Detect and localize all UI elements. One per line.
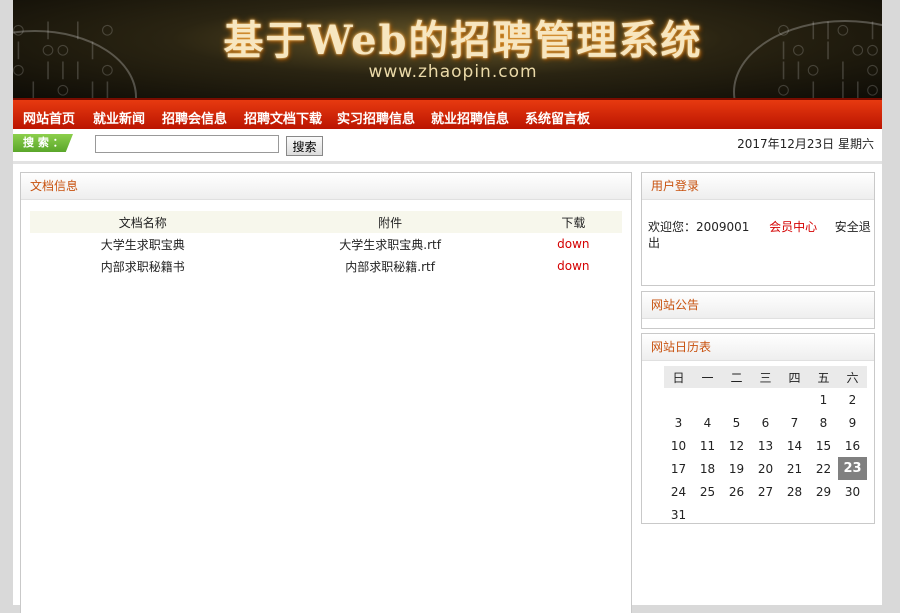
calendar-day: 12: [728, 438, 745, 453]
calendar-day: 8: [819, 415, 828, 430]
weekday: 日: [664, 366, 693, 388]
calendar-empty-cell: [751, 388, 780, 411]
download-link[interactable]: down: [525, 233, 622, 255]
calendar-day: 13: [757, 438, 774, 453]
calendar-day: 9: [848, 415, 857, 430]
nav-item-guestbook[interactable]: 系统留言板: [525, 108, 590, 127]
calendar-day: 15: [815, 438, 832, 453]
calendar-day: 3: [674, 415, 683, 430]
doc-attachment: 内部求职秘籍.rtf: [345, 259, 435, 274]
table-row: 内部求职秘籍书 内部求职秘籍.rtf down: [30, 255, 622, 277]
calendar-days: 1 2 3 4 5 6 7 8 9 10 11 12 13 14 15 16 17 18 19 20 21 22 23 24 2…: [664, 388, 867, 526]
banner: ○ | | ○ | ○○ | ○ ||| ○ | ○ || ○ ||○ | |○…: [13, 0, 882, 98]
calendar-day: 17: [670, 461, 687, 476]
calendar-empty-cell: [751, 503, 780, 526]
calendar-day: 29: [815, 484, 832, 499]
calendar-week: 24 25 26 27 28 29 30: [664, 480, 867, 503]
nav-item-doc-downloads[interactable]: 招聘文档下载: [244, 108, 322, 127]
doc-name: 内部求职秘籍书: [100, 259, 185, 274]
calendar-day: 19: [728, 461, 745, 476]
calendar-empty-cell: [693, 388, 722, 411]
weekday: 一: [693, 366, 722, 388]
nav-item-job-postings[interactable]: 就业招聘信息: [431, 108, 509, 127]
calendar-empty-cell: [664, 388, 693, 411]
calendar-day: 11: [699, 438, 716, 453]
document-panel-title: 文档信息: [21, 173, 631, 200]
calendar-day: 7: [790, 415, 799, 430]
calendar-day: 10: [670, 438, 687, 453]
weekday: 五: [809, 366, 838, 388]
calendar-week: 17 18 19 20 21 22 23: [664, 457, 867, 480]
calendar-empty-cell: [722, 388, 751, 411]
login-panel-title: 用户登录: [642, 173, 874, 200]
download-link[interactable]: down: [525, 255, 622, 277]
calendar-day: 26: [728, 484, 745, 499]
calendar-day: 31: [670, 507, 687, 522]
calendar-day: 25: [699, 484, 716, 499]
nav-item-news[interactable]: 就业新闻: [93, 108, 145, 127]
calendar-panel-title: 网站日历表: [642, 334, 874, 361]
calendar-weekday-row: 日 一 二 三 四 五 六: [664, 366, 867, 388]
main-nav: 网站首页 就业新闻 招聘会信息 招聘文档下载 实习招聘信息 就业招聘信息 系统留…: [13, 98, 882, 131]
member-center-link[interactable]: 会员中心: [769, 220, 817, 234]
calendar-empty-cell: [780, 388, 809, 411]
login-panel: 用户登录 欢迎您：2009001 会员中心 安全退出: [641, 172, 875, 286]
calendar-day: 21: [786, 461, 803, 476]
column-header-name: 文档名称: [30, 211, 256, 233]
calendar: 日 一 二 三 四 五 六 1 2 3 4 5 6 7 8 9 10 11 12 13 14 15 16 17 1…: [664, 366, 867, 526]
nav-item-home[interactable]: 网站首页: [23, 108, 75, 127]
search-button[interactable]: 搜索: [286, 136, 323, 156]
calendar-empty-cell: [693, 503, 722, 526]
table-row: 大学生求职宝典 大学生求职宝典.rtf down: [30, 233, 622, 255]
nav-item-internships[interactable]: 实习招聘信息: [337, 108, 415, 127]
notice-panel: 网站公告: [641, 291, 875, 329]
banner-title: 基于Web的招聘管理系统: [223, 17, 703, 64]
calendar-day: 18: [699, 461, 716, 476]
calendar-day: 5: [732, 415, 741, 430]
calendar-day: 20: [757, 461, 774, 476]
calendar-empty-cell: [838, 503, 867, 526]
weekday: 四: [780, 366, 809, 388]
doc-name: 大学生求职宝典: [100, 237, 185, 252]
calendar-panel: 网站日历表 日 一 二 三 四 五 六 1 2 3 4 5 6 7 8 9 10 11 12 13 14 1…: [641, 333, 875, 524]
current-date: 2017年12月23日 星期六: [737, 137, 874, 151]
calendar-day: 1: [819, 392, 828, 407]
calendar-today: 23: [838, 457, 867, 480]
calendar-empty-cell: [780, 503, 809, 526]
search-input[interactable]: [95, 135, 279, 153]
weekday: 二: [722, 366, 751, 388]
calendar-day: 30: [844, 484, 861, 499]
calendar-day: 27: [757, 484, 774, 499]
nav-item-job-fairs[interactable]: 招聘会信息: [162, 108, 227, 127]
calendar-day: 24: [670, 484, 687, 499]
calendar-week: 3 4 5 6 7 8 9: [664, 411, 867, 434]
calendar-day: 4: [703, 415, 712, 430]
page: ○ | | ○ | ○○ | ○ ||| ○ | ○ || ○ ||○ | |○…: [13, 0, 882, 613]
notice-panel-title: 网站公告: [642, 292, 874, 319]
login-status: 欢迎您：2009001 会员中心 安全退出: [648, 219, 872, 251]
calendar-day: 16: [844, 438, 861, 453]
doc-attachment: 大学生求职宝典.rtf: [339, 237, 441, 252]
calendar-empty-cell: [722, 503, 751, 526]
welcome-text: 欢迎您：2009001: [648, 220, 750, 234]
weekday: 三: [751, 366, 780, 388]
calendar-week: 12: [664, 388, 867, 411]
document-panel: 文档信息 文档名称 附件 下载 大学生求职宝典 大学生求职宝典.rtf down…: [20, 172, 632, 613]
calendar-week: 31: [664, 503, 867, 526]
calendar-day: 2: [848, 392, 857, 407]
table-header-row: 文档名称 附件 下载: [30, 211, 622, 233]
column-header-download: 下载: [524, 211, 622, 233]
banner-url: www.zhaopin.com: [368, 62, 538, 82]
search-label: 搜 索 ：: [13, 134, 73, 152]
calendar-day: 22: [815, 461, 832, 476]
column-header-attachment: 附件: [255, 211, 525, 233]
document-table: 文档名称 附件 下载 大学生求职宝典 大学生求职宝典.rtf down 内部求职…: [30, 211, 622, 277]
weekday: 六: [838, 366, 867, 388]
search-bar: 搜 索 ： 搜索 2017年12月23日 星期六: [13, 129, 882, 164]
calendar-day: 28: [786, 484, 803, 499]
calendar-day: 6: [761, 415, 770, 430]
calendar-day: 14: [786, 438, 803, 453]
calendar-week: 10 11 12 13 14 15 16: [664, 434, 867, 457]
calendar-empty-cell: [809, 503, 838, 526]
